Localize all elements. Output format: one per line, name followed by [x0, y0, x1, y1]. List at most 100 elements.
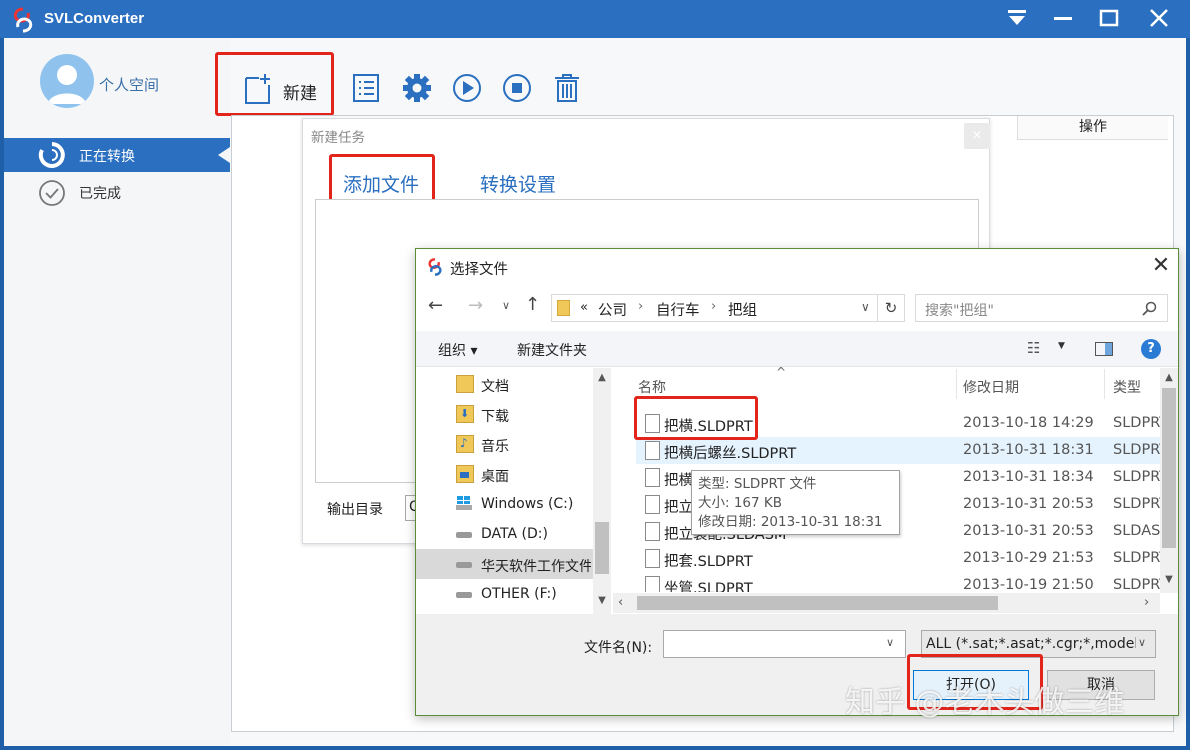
help-icon[interactable]: ?	[1141, 339, 1161, 359]
tab-convert-settings[interactable]: 转换设置	[480, 170, 556, 197]
column-header-name[interactable]: 名称	[638, 377, 666, 397]
filename-label: 文件名(N):	[584, 640, 653, 656]
organize-button[interactable]: 组织 ▾	[438, 340, 477, 360]
preview-pane-icon[interactable]	[1095, 342, 1113, 356]
dialog-title: 新建任务	[311, 130, 365, 146]
nav-item-documents[interactable]: 文档	[456, 371, 616, 399]
sidebar-item-converting[interactable]: 正在转换	[4, 138, 230, 172]
list-icon[interactable]	[352, 73, 382, 103]
folder-icon	[557, 300, 570, 316]
windows-drive-icon	[456, 495, 472, 511]
scrollbar-thumb[interactable]	[637, 596, 998, 610]
file-icon	[645, 495, 660, 514]
address-bar[interactable]: « 公司 › 自行车 › 把组 ∨ ↻	[551, 294, 905, 322]
chevron-down-icon[interactable]: ∨	[861, 300, 870, 314]
column-header-action[interactable]: 操作	[1017, 116, 1168, 140]
scroll-down-icon[interactable]: ▼	[593, 595, 611, 606]
documents-folder-icon	[456, 375, 474, 393]
scroll-down-icon[interactable]: ▼	[1160, 574, 1178, 585]
nav-item-desktop[interactable]: 桌面	[456, 461, 616, 489]
file-list-hscrollbar[interactable]: ‹ ›	[613, 593, 1160, 613]
column-divider	[956, 369, 957, 399]
nav-item-label: OTHER (F:)	[481, 586, 557, 602]
sidebar-item-label: 已完成	[79, 186, 121, 202]
maximize-icon[interactable]	[1086, 0, 1132, 36]
file-date: 2013-10-19 21:50	[963, 577, 1094, 592]
title-bar: SVLConverter	[0, 0, 1190, 38]
breadcrumb-item[interactable]: 把组	[728, 299, 757, 320]
scroll-up-icon[interactable]: ▲	[593, 372, 611, 383]
close-icon[interactable]: ×	[964, 123, 990, 149]
scroll-left-icon[interactable]: ‹	[618, 595, 623, 610]
file-list-vscrollbar[interactable]: ▲ ▼	[1160, 368, 1178, 593]
search-placeholder: 搜索"把组"	[925, 303, 994, 319]
nav-item-label: 下载	[481, 409, 509, 425]
downloads-folder-icon: ⬇	[456, 405, 474, 423]
search-input[interactable]: 搜索"把组"	[915, 294, 1168, 322]
column-header-date[interactable]: 修改日期	[963, 377, 1019, 397]
file-icon	[645, 468, 660, 487]
file-date: 2013-10-31 18:31	[963, 442, 1094, 458]
file-row[interactable]: 把套.SLDPRT 2013-10-29 21:53 SLDPRT	[636, 545, 1168, 572]
nav-item-downloads[interactable]: ⬇ 下载	[456, 401, 616, 429]
forward-arrow-icon[interactable]: →	[468, 295, 483, 316]
user-label[interactable]: 个人空间	[99, 74, 159, 95]
view-options-icon[interactable]: ☷	[1027, 339, 1040, 357]
active-pointer-icon	[218, 147, 230, 163]
file-icon	[645, 441, 660, 460]
filter-value: ALL (*.sat;*.asat;*.cgr;*,model	[926, 636, 1136, 652]
breadcrumb-prefix[interactable]: «	[580, 300, 588, 315]
nav-item-label: DATA (D:)	[481, 526, 548, 542]
file-row[interactable]: 把横后螺丝.SLDPRT 2013-10-31 18:31 SLDPRT	[636, 437, 1168, 464]
filename-input[interactable]: ∨	[663, 630, 906, 658]
minimize-icon[interactable]	[1040, 0, 1086, 36]
sync-icon	[38, 142, 65, 168]
dialog-title: 选择文件	[450, 262, 508, 278]
close-icon[interactable]	[1136, 0, 1182, 36]
app-title: SVLConverter	[44, 10, 145, 27]
breadcrumb-separator-icon[interactable]: ›	[638, 299, 643, 314]
file-name: 坐管.SLDPRT	[664, 581, 753, 592]
nav-item-windows-drive[interactable]: Windows (C:)	[456, 491, 616, 519]
breadcrumb-item[interactable]: 自行车	[656, 299, 700, 320]
file-icon	[645, 522, 660, 541]
up-arrow-icon[interactable]: ↑	[525, 294, 540, 315]
chevron-down-icon[interactable]: ∨	[886, 636, 894, 649]
sidebar-item-completed[interactable]: 已完成	[4, 175, 230, 209]
tooltip-date: 修改日期: 2013-10-31 18:31	[698, 514, 883, 530]
nav-item-other-drive[interactable]: OTHER (F:)	[456, 581, 616, 609]
trash-icon[interactable]	[553, 73, 583, 103]
app-logo-icon	[13, 7, 33, 33]
scroll-up-icon[interactable]: ▲	[1160, 372, 1178, 383]
gear-icon[interactable]	[402, 73, 432, 103]
command-bar: 组织 ▾ 新建文件夹 ☷ ▼ ?	[416, 331, 1178, 367]
avatar[interactable]	[40, 54, 94, 108]
nav-item-data-drive[interactable]: DATA (D:)	[456, 521, 616, 549]
chevron-down-icon[interactable]: ∨	[502, 299, 510, 312]
nav-item-music[interactable]: ♪ 音乐	[456, 431, 616, 459]
breadcrumb-separator-icon[interactable]: ›	[711, 299, 716, 314]
search-icon[interactable]	[1142, 301, 1157, 316]
nav-item-label: 文档	[481, 379, 509, 395]
breadcrumb-item[interactable]: 公司	[598, 299, 627, 320]
nav-item-work-drive[interactable]: 华天软件工作文件	[456, 551, 591, 579]
chevron-down-icon[interactable]: ∨	[1138, 636, 1146, 649]
menu-down-icon[interactable]	[994, 0, 1040, 36]
highlight-new-button	[215, 52, 334, 116]
new-folder-button[interactable]: 新建文件夹	[517, 340, 587, 360]
file-type: SLDPRT	[1113, 577, 1166, 592]
file-icon	[645, 549, 660, 568]
close-icon[interactable]: ✕	[1146, 251, 1176, 281]
stop-icon[interactable]	[502, 73, 532, 103]
play-icon[interactable]	[452, 73, 482, 103]
chevron-down-icon[interactable]: ▼	[1058, 341, 1065, 351]
file-row[interactable]: 坐管.SLDPRT 2013-10-19 21:50 SLDPRT	[636, 572, 1166, 592]
scrollbar-thumb[interactable]	[1162, 388, 1176, 548]
file-name: 把横后螺丝.SLDPRT	[664, 446, 797, 462]
back-arrow-icon[interactable]: ←	[428, 295, 443, 316]
column-header-type[interactable]: 类型	[1113, 377, 1141, 397]
scroll-right-icon[interactable]: ›	[1144, 595, 1149, 610]
nav-scrollbar[interactable]: ▲ ▼	[593, 368, 611, 614]
scrollbar-thumb[interactable]	[595, 522, 609, 574]
refresh-icon[interactable]: ↻	[877, 295, 904, 321]
